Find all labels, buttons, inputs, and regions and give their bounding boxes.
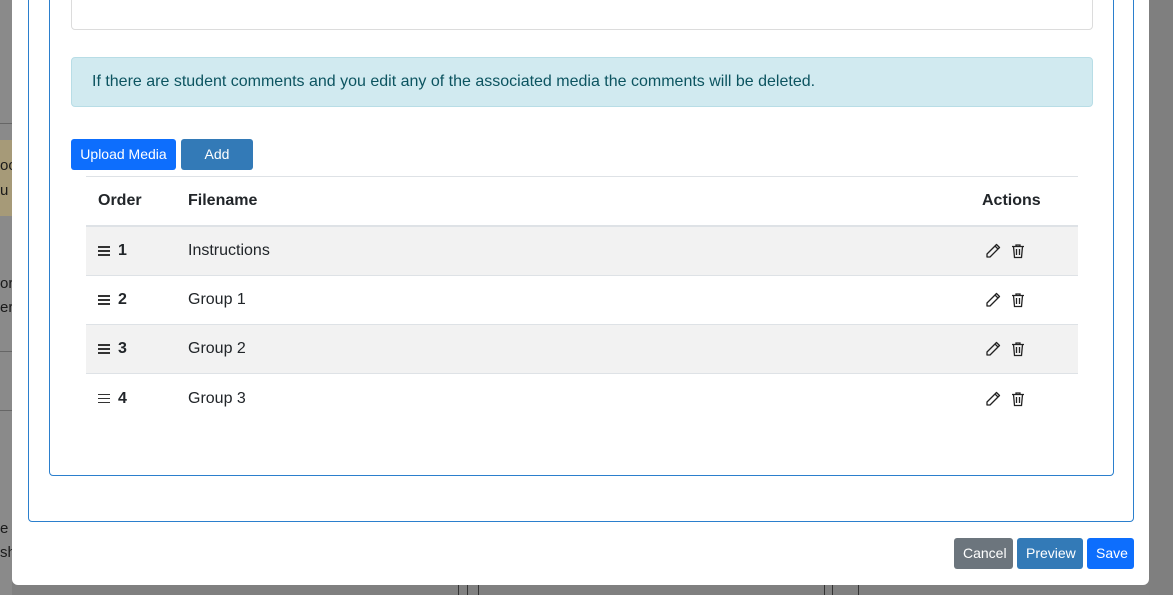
cancel-button[interactable]: Cancel [954, 538, 1013, 569]
pencil-icon[interactable] [982, 240, 1004, 262]
modal-dialog: ◢ If there are student comments and you … [12, 0, 1149, 585]
order-number: 1 [118, 242, 127, 259]
save-button[interactable]: Save [1087, 538, 1134, 569]
column-header-filename: Filename [188, 192, 258, 209]
table-header: Order Filename Actions [86, 177, 1078, 227]
outer-panel: ◢ If there are student comments and you … [28, 0, 1134, 522]
trash-icon[interactable] [1007, 289, 1029, 311]
background-page-bottom [12, 585, 1149, 595]
drag-handle-icon[interactable] [98, 294, 110, 306]
background-divider [0, 351, 12, 352]
background-text: u [0, 182, 9, 199]
filename-cell: Group 2 [188, 340, 246, 357]
background-text: or [0, 275, 12, 292]
background-text: sh [0, 544, 12, 561]
order-number: 3 [118, 340, 127, 357]
drag-handle-icon[interactable] [98, 393, 110, 405]
pencil-icon[interactable] [982, 289, 1004, 311]
column-header-order: Order [98, 192, 142, 209]
background-divider [0, 123, 12, 124]
background-page-right [1149, 0, 1173, 595]
drag-handle-icon[interactable] [98, 343, 110, 355]
table-row: 2 Group 1 [86, 276, 1078, 325]
background-text: e [0, 520, 9, 537]
text-card: ◢ [71, 0, 1093, 30]
trash-icon[interactable] [1007, 338, 1029, 360]
pencil-icon[interactable] [982, 388, 1004, 410]
order-cell: 1 [98, 227, 127, 275]
drag-handle-icon[interactable] [98, 245, 110, 257]
background-text: er [0, 299, 12, 316]
filename-cell: Instructions [188, 242, 270, 259]
background-highlight [0, 140, 12, 216]
preview-button[interactable]: Preview [1017, 538, 1083, 569]
actions-cell [982, 374, 1032, 423]
trash-icon[interactable] [1007, 240, 1029, 262]
table-row: 3 Group 2 [86, 325, 1078, 374]
table-row: 1 Instructions [86, 227, 1078, 276]
pencil-icon[interactable] [982, 338, 1004, 360]
background-divider [0, 410, 12, 411]
upload-media-button[interactable]: Upload Media [71, 139, 176, 170]
trash-icon[interactable] [1007, 388, 1029, 410]
add-text-button[interactable]: Add Text [181, 139, 253, 193]
filename-cell: Group 3 [188, 389, 246, 407]
table-row: 4 Group 3 [86, 374, 1078, 423]
filename-cell: Group 1 [188, 291, 246, 308]
actions-cell [982, 227, 1032, 275]
order-cell: 2 [98, 276, 127, 324]
order-cell: 4 [98, 374, 127, 423]
order-number: 2 [118, 291, 127, 308]
background-text: oo [0, 157, 12, 174]
column-header-actions: Actions [982, 192, 1041, 209]
media-table: Order Filename Actions 1 Instructions 2 … [86, 176, 1078, 423]
actions-cell [982, 325, 1032, 373]
order-cell: 3 [98, 325, 127, 373]
inner-panel: ◢ If there are student comments and you … [49, 0, 1114, 476]
actions-cell [982, 276, 1032, 324]
background-page [0, 0, 12, 595]
info-alert: If there are student comments and you ed… [71, 57, 1093, 107]
order-number: 4 [118, 389, 127, 407]
